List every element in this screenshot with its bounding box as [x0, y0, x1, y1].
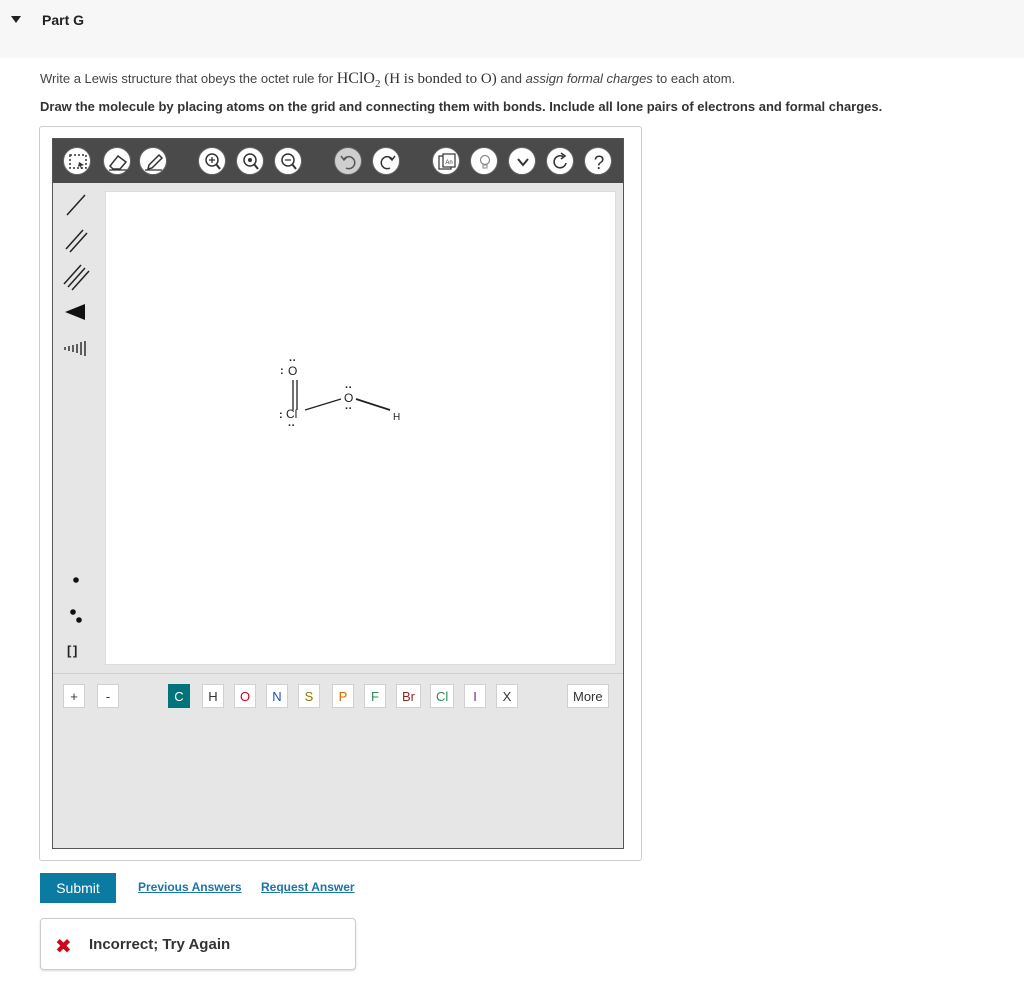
select-button[interactable] [63, 147, 91, 175]
triple-bond-button[interactable] [61, 261, 91, 291]
help-button[interactable]: ? [584, 147, 612, 175]
redo-icon [380, 155, 396, 170]
hash-bond-icon [64, 341, 86, 356]
select-icon [69, 154, 87, 169]
atom-button-i[interactable]: I [464, 684, 486, 708]
zoom-in-icon [205, 153, 221, 170]
single-bond-cl-o [304, 398, 342, 411]
pencil-icon [145, 153, 164, 171]
bracket-icon: [ ] [67, 643, 77, 658]
feedback-box: ✖ Incorrect; Try Again [40, 918, 356, 970]
pencil-button[interactable] [139, 147, 167, 175]
atom-button-br[interactable]: Br [396, 684, 421, 708]
zoom-reset-button[interactable] [236, 147, 264, 175]
help-icon: ? [594, 153, 605, 174]
lone-pair-o-top-above: ·· [289, 355, 296, 367]
triple-bond-icon [63, 264, 90, 291]
part-title: Part G [42, 12, 85, 28]
single-bond-o-h [355, 398, 391, 411]
submit-button[interactable]: Submit [40, 873, 116, 903]
part-header[interactable]: Part G [0, 0, 1024, 58]
atom-button-p[interactable]: P [332, 684, 354, 708]
bond-toolbar: [ ] [53, 183, 99, 669]
double-bond-icon [65, 229, 88, 253]
editor-toolbar: An ? [53, 139, 623, 183]
wedge-bond-button[interactable] [61, 297, 91, 327]
atom-button-f[interactable]: F [364, 684, 386, 708]
formula: HClO2 [336, 70, 381, 91]
atom-button-o[interactable]: O [234, 684, 257, 708]
radical-button[interactable] [61, 565, 91, 595]
hint-icon [479, 154, 491, 169]
lone-pair-button[interactable] [61, 601, 91, 631]
more-atoms-button[interactable]: More [567, 684, 609, 708]
molecule-editor: An ? [] O: ·· Cl: ·· O ·· ·· H + - C … [52, 138, 624, 849]
double-bond-button[interactable] [61, 225, 91, 255]
zoom-out-icon [281, 153, 297, 170]
refresh-icon [553, 152, 567, 169]
editor-lower-area [53, 717, 623, 848]
lone-pair-o-top-left: : [280, 365, 284, 377]
radical-icon [73, 577, 79, 583]
drawing-canvas[interactable]: O : ·· Cl : ·· O ·· ·· H [105, 191, 616, 665]
negative-charge-button[interactable]: - [97, 684, 119, 708]
undo-button[interactable] [334, 147, 362, 175]
zoom-reset-icon [243, 153, 259, 170]
more-options-button[interactable] [508, 147, 536, 175]
single-bond-button[interactable] [61, 189, 91, 219]
eraser-button[interactable] [103, 147, 131, 175]
atom-button-s[interactable]: S [298, 684, 320, 708]
zoom-in-button[interactable] [198, 147, 226, 175]
chevron-down-icon [517, 158, 529, 167]
lone-pair-o-middle-above: ·· [345, 382, 352, 394]
hint-button[interactable] [470, 147, 498, 175]
wedge-bond-icon [65, 304, 85, 320]
eraser-icon [108, 154, 128, 171]
atom-h: H [393, 412, 400, 423]
svg-text:?: ? [594, 153, 605, 174]
incorrect-icon: ✖ [55, 936, 72, 958]
atom-button-cl[interactable]: Cl [430, 684, 455, 708]
positive-charge-button[interactable]: + [63, 684, 85, 708]
previous-answers-link[interactable]: Previous Answers [138, 880, 242, 894]
template-button[interactable]: An [432, 147, 460, 175]
zoom-out-button[interactable] [274, 147, 302, 175]
instruction-text: Draw the molecule by placing atoms on th… [40, 99, 883, 114]
template-icon: An [438, 153, 456, 170]
bracket-button[interactable]: [ ] [61, 637, 91, 667]
lone-pair-icon [70, 609, 82, 623]
atom-button-x[interactable]: X [496, 684, 518, 708]
atom-button-c[interactable]: C [168, 684, 190, 708]
feedback-text: Incorrect; Try Again [89, 936, 231, 953]
atom-button-h[interactable]: H [202, 684, 224, 708]
svg-text:An: An [445, 160, 452, 166]
atom-button-n[interactable]: N [266, 684, 288, 708]
molecule-drawing: O : ·· Cl : ·· O ·· ·· H [279, 355, 400, 432]
hash-bond-button[interactable] [61, 333, 91, 363]
atom-cl: Cl [286, 407, 297, 421]
lone-pair-cl-below: ·· [288, 420, 295, 432]
atom-toolbar: + - C H O N S P F Br Cl I X More [53, 673, 623, 717]
request-answer-link[interactable]: Request Answer [261, 880, 355, 894]
collapse-caret-icon[interactable] [11, 16, 21, 23]
question-text: Write a Lewis structure that obeys the o… [40, 70, 736, 91]
single-bond-icon [66, 194, 86, 216]
undo-icon [340, 155, 356, 170]
lone-pair-o-middle-below: ·· [345, 403, 352, 415]
reset-button[interactable] [546, 147, 574, 175]
lone-pair-cl-left: : [279, 409, 283, 421]
redo-button[interactable] [372, 147, 400, 175]
